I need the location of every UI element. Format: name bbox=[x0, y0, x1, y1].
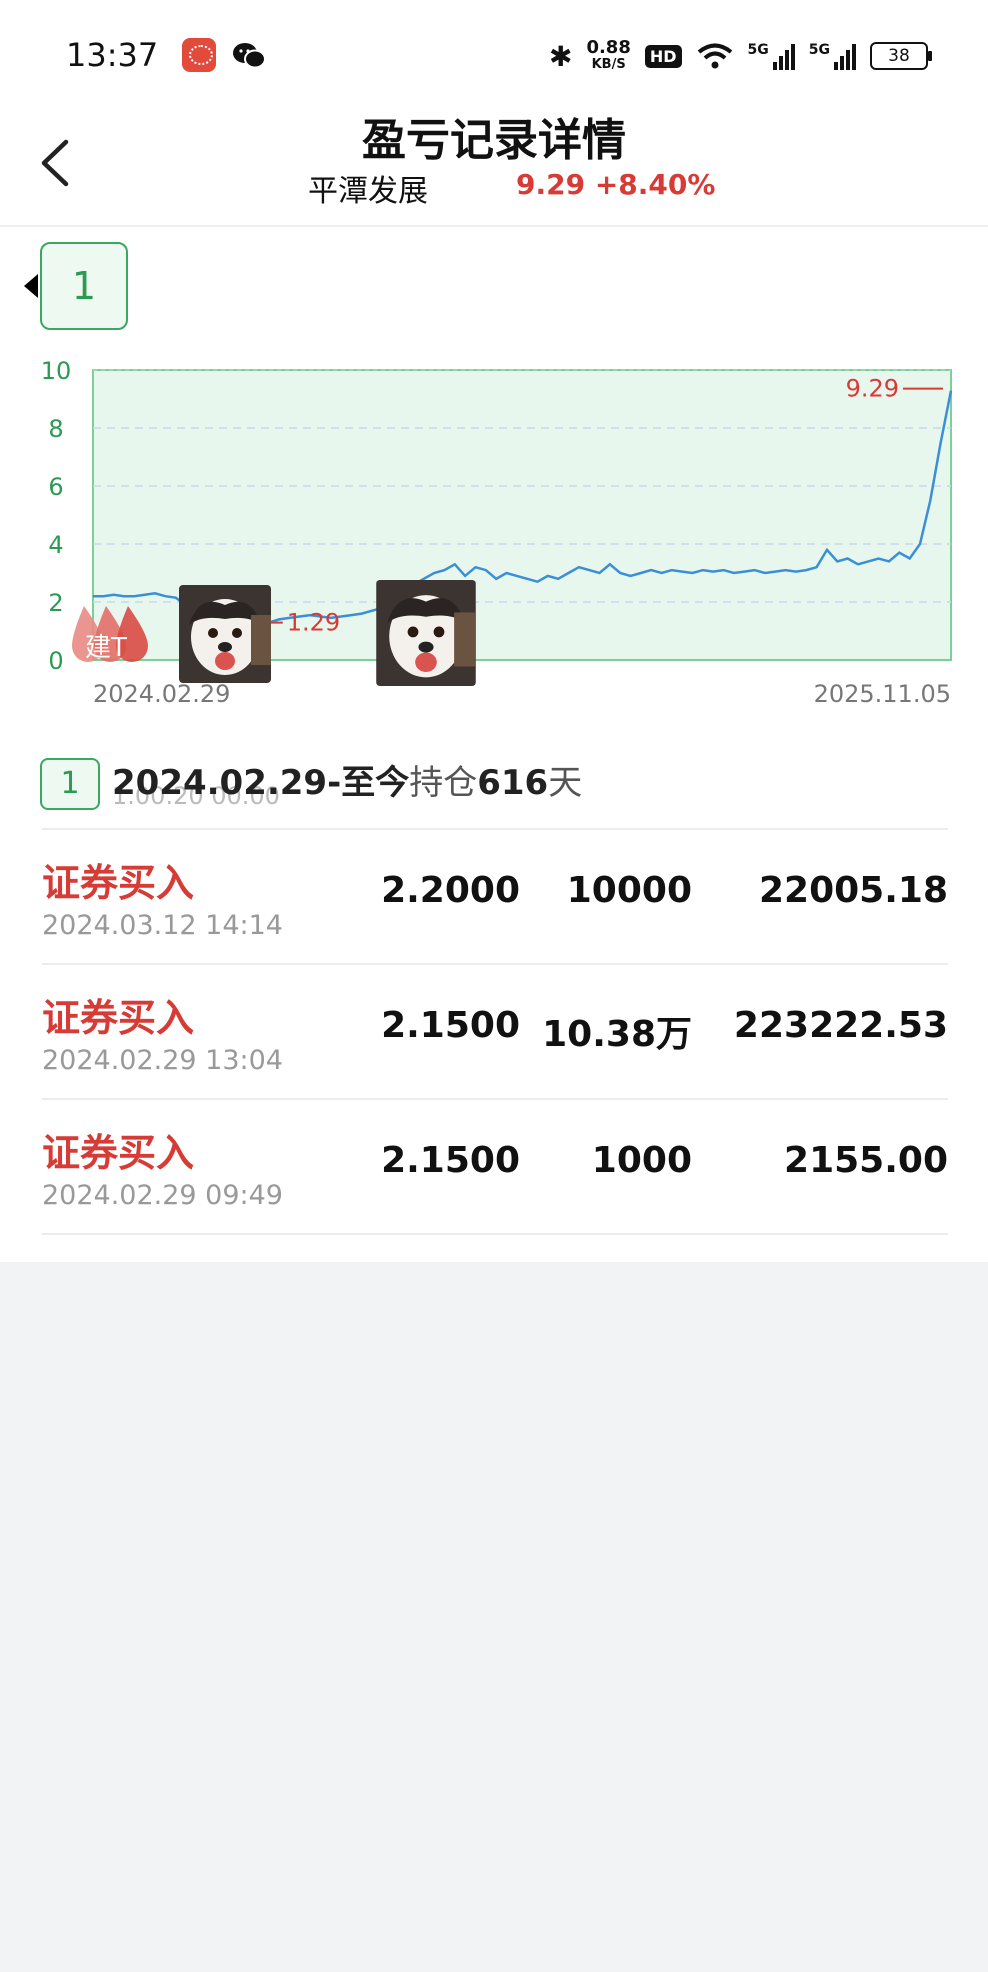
trade-qty: 10.38万 bbox=[542, 1014, 692, 1055]
y-tick-label: 2 bbox=[48, 589, 63, 617]
stock-info: 平潭发展 9.29 +8.40% bbox=[0, 166, 988, 210]
trade-datetime: 2024.02.29 13:04 bbox=[42, 1045, 283, 1076]
trade-records: 证券买入 2024.03.12 14:14 2.2000 10000 22005… bbox=[42, 828, 948, 1235]
high-price-label: 9.29 bbox=[846, 375, 899, 403]
summary-badge: 1 bbox=[40, 758, 100, 810]
y-tick-label: 0 bbox=[48, 647, 63, 675]
summary-hold: 持仓 bbox=[409, 763, 478, 803]
network-speed: 0.88 KB/S bbox=[586, 37, 631, 73]
prev-position-arrow-icon[interactable] bbox=[24, 274, 38, 298]
y-tick-label: 8 bbox=[48, 415, 63, 443]
trade-price: 2.1500 bbox=[381, 1005, 520, 1046]
trade-price: 2.2000 bbox=[381, 870, 520, 911]
trade-type: 证券买入 bbox=[42, 861, 195, 905]
trade-amount: 2155.00 bbox=[784, 1140, 948, 1181]
svg-text:建T: 建T bbox=[85, 633, 127, 663]
trade-datetime: 2024.02.29 09:49 bbox=[42, 1180, 283, 1211]
trade-price: 2.1500 bbox=[381, 1140, 520, 1181]
trade-row[interactable]: 证券买入 2024.03.12 14:14 2.2000 10000 22005… bbox=[42, 828, 948, 963]
stock-quote: 9.29 +8.40% bbox=[516, 168, 716, 201]
trade-datetime: 2024.03.12 14:14 bbox=[42, 910, 283, 941]
summary-until: 至今 bbox=[341, 763, 410, 803]
trade-row[interactable]: 证券买入 2024.02.29 09:49 2.1500 1000 2155.0… bbox=[42, 1098, 948, 1235]
trade-row[interactable]: 证券买入 2024.02.29 13:04 2.1500 10.38万 2232… bbox=[42, 963, 948, 1098]
stock-name: 平潭发展 bbox=[308, 174, 428, 209]
dog-sticker bbox=[179, 585, 271, 683]
status-time: 13:37 bbox=[66, 36, 159, 74]
holding-summary: 2024.02.29-至今持仓616天 bbox=[112, 758, 582, 808]
wechat-icon bbox=[233, 43, 266, 69]
trade-qty: 1000 bbox=[591, 1140, 692, 1181]
low-price-label: 1.29 bbox=[287, 609, 340, 637]
summary-days: 616 bbox=[477, 763, 549, 803]
app-notification-icon bbox=[182, 38, 216, 72]
x-end-label: 2025.11.05 bbox=[814, 680, 951, 708]
jian-t-marker-icon: 建T bbox=[72, 606, 148, 663]
trade-amount: 223222.53 bbox=[733, 1005, 948, 1046]
trade-amount: 22005.18 bbox=[758, 870, 948, 911]
page-title: 盈亏记录详情 bbox=[362, 115, 626, 166]
y-tick-label: 4 bbox=[48, 531, 63, 559]
position-tab[interactable]: 1 bbox=[40, 242, 128, 330]
wifi-icon bbox=[697, 43, 732, 69]
signal-icon-1: 5G bbox=[748, 42, 795, 70]
battery-icon: 38 bbox=[870, 42, 932, 70]
trade-type: 证券买入 bbox=[42, 996, 195, 1040]
trade-qty: 10000 bbox=[566, 870, 692, 911]
divider bbox=[0, 225, 988, 227]
dog-sticker bbox=[376, 580, 476, 686]
x-start-label: 2024.02.29 bbox=[93, 680, 230, 708]
signal-icon-2: 5G bbox=[809, 42, 856, 70]
trade-type: 证券买入 bbox=[42, 1131, 195, 1175]
y-tick-label: 6 bbox=[48, 473, 63, 501]
summary-period: 2024.02.29- bbox=[112, 763, 342, 803]
summary-unit: 天 bbox=[548, 763, 583, 803]
bluetooth-icon: ✱ bbox=[548, 39, 573, 73]
status-bar: 13:37 ✱ 0.88 KB/S HD 5G 5G 38 bbox=[0, 0, 988, 112]
hd-icon: HD bbox=[644, 44, 682, 68]
y-tick-label: 10 bbox=[41, 357, 72, 385]
